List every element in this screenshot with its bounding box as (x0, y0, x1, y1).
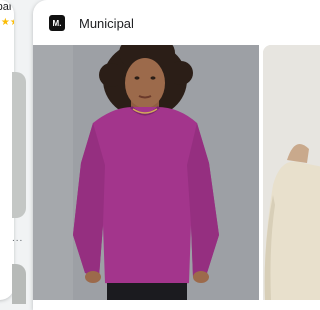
more-dots: ... (12, 233, 24, 244)
rating-stars: ★★★★ (0, 17, 14, 28)
product-image-main[interactable] (33, 45, 259, 300)
model-photo-cream-sweatshirt (263, 45, 320, 300)
product-card[interactable]: M. Municipal (33, 0, 320, 310)
store-name[interactable]: Municipal (79, 16, 134, 31)
previous-product-image-2[interactable] (12, 264, 26, 304)
previous-product-image[interactable] (12, 72, 26, 218)
store-logo-icon: M. (49, 15, 65, 31)
product-image-secondary[interactable] (263, 45, 320, 300)
previous-product-title: unicipal (0, 1, 12, 13)
model-photo-purple-sweatshirt (33, 45, 259, 300)
